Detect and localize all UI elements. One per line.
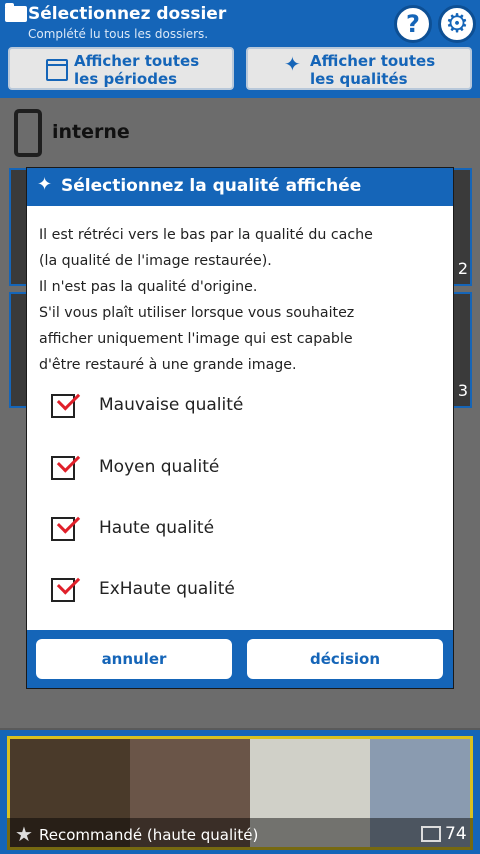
folder-thumbnail[interactable]: 2	[452, 168, 472, 286]
sparkle-icon: ✦	[37, 174, 53, 195]
dialog-title: Sélectionnez la qualité affichée	[61, 176, 362, 196]
option-exhigh-quality[interactable]: ExHaute qualité	[27, 570, 453, 610]
folder-thumbnail[interactable]	[9, 292, 29, 408]
header-subtitle: Complété lu tous les dossiers.	[28, 27, 209, 41]
device-label: interne	[52, 121, 130, 143]
option-label: Moyen qualité	[99, 457, 220, 477]
dialog-header: ✦ Sélectionnez la qualité affichée	[27, 168, 453, 206]
dialog-footer: annuler décision	[27, 630, 453, 688]
show-all-qualities-button[interactable]: ✦ Afficher toutes les qualités	[246, 47, 472, 90]
star-icon: ★	[15, 822, 33, 846]
app-header: Sélectionnez dossier Complété lu tous le…	[0, 0, 480, 98]
folder-count: 2	[457, 259, 468, 278]
option-low-quality[interactable]: Mauvaise qualité	[27, 386, 453, 426]
calendar-icon	[46, 59, 68, 81]
option-high-quality[interactable]: Haute qualité	[27, 509, 453, 549]
checkbox-checked-icon[interactable]	[51, 456, 75, 480]
option-label: Mauvaise qualité	[99, 395, 244, 415]
show-all-periods-button[interactable]: Afficher toutes les périodes	[8, 47, 234, 90]
folder-count: 3	[457, 381, 468, 400]
option-label: Haute qualité	[99, 518, 215, 538]
help-button[interactable]: ?	[394, 5, 432, 43]
recommended-bar: ★ Recommandé (haute qualité) 74	[7, 818, 473, 850]
show-all-qualities-label: Afficher toutes les qualités	[310, 52, 436, 88]
device-row-internal[interactable]: interne	[0, 103, 480, 163]
checkbox-checked-icon[interactable]	[51, 517, 75, 541]
cancel-button[interactable]: annuler	[36, 639, 232, 679]
confirm-button[interactable]: décision	[247, 639, 443, 679]
settings-gear-button[interactable]: ⚙	[438, 5, 476, 43]
phone-icon	[14, 109, 42, 157]
option-label: ExHaute qualité	[99, 579, 235, 599]
checkbox-checked-icon[interactable]	[51, 394, 75, 418]
folder-icon	[5, 3, 27, 22]
checkbox-checked-icon[interactable]	[51, 578, 75, 602]
recommended-label: Recommandé (haute qualité)	[39, 826, 259, 844]
show-all-periods-label: Afficher toutes les périodes	[74, 52, 200, 88]
folder-thumbnail[interactable]	[9, 168, 29, 286]
quality-select-dialog: ✦ Sélectionnez la qualité affichée Il es…	[27, 168, 453, 688]
header-title: Sélectionnez dossier	[28, 4, 227, 24]
dialog-description: Il est rétréci vers le bas par la qualit…	[39, 227, 373, 373]
image-icon	[421, 826, 441, 842]
sparkle-icon: ✦	[284, 52, 301, 76]
option-medium-quality[interactable]: Moyen qualité	[27, 448, 453, 488]
folder-thumbnail[interactable]: 3	[452, 292, 472, 408]
image-count: 74	[445, 824, 467, 844]
